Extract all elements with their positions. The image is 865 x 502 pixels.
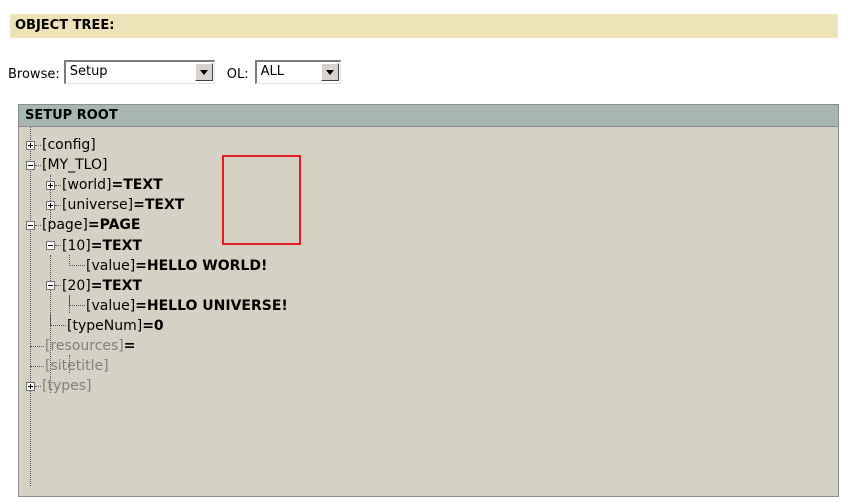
object-tree: [config] [MY_TLO] [world] =TEXT [universe…	[19, 127, 838, 497]
tree-root-header: SETUP ROOT	[19, 105, 838, 127]
tree-node-sitetitle[interactable]: [sitetitle]	[30, 356, 109, 376]
node-key[interactable]: [value]	[86, 256, 135, 276]
node-value: =PAGE	[87, 217, 141, 234]
collapse-icon[interactable]	[26, 220, 35, 230]
tree-node-20[interactable]: [20] =TEXT	[46, 276, 142, 296]
connector-line	[35, 224, 41, 226]
node-key[interactable]: [resources]	[45, 336, 124, 356]
connector-line	[30, 345, 44, 347]
collapse-icon[interactable]	[46, 281, 55, 291]
object-tree-header: OBJECT TREE:	[10, 14, 838, 38]
tree-node-my-tlo[interactable]: [MY_TLO]	[26, 155, 107, 175]
node-key[interactable]: [typeNum]	[67, 316, 142, 336]
tree-node-types[interactable]: [types]	[26, 376, 92, 396]
connector-elbow	[50, 315, 66, 327]
expand-icon[interactable]	[46, 180, 55, 190]
node-value: =	[123, 338, 136, 354]
node-key[interactable]: [value]	[86, 296, 135, 316]
connector-line	[35, 144, 41, 146]
connector-line	[55, 285, 61, 287]
tree-node-universe[interactable]: [universe] =TEXT	[46, 195, 184, 215]
node-key[interactable]: [sitetitle]	[45, 356, 109, 376]
node-value: =0	[142, 317, 164, 334]
node-key[interactable]: [world]	[62, 175, 111, 195]
connector-line	[55, 184, 61, 186]
expand-icon[interactable]	[26, 140, 35, 150]
node-value: =TEXT	[111, 177, 163, 194]
ol-select[interactable]: ALL	[254, 60, 341, 84]
node-key[interactable]: [types]	[42, 376, 92, 396]
tree-node-config[interactable]: [config]	[26, 135, 96, 155]
node-key[interactable]: [10]	[62, 236, 91, 256]
expand-icon[interactable]	[46, 200, 55, 210]
node-key[interactable]: [universe]	[62, 195, 133, 215]
tree-node-resources[interactable]: [resources] =	[30, 336, 136, 356]
expand-icon[interactable]	[26, 381, 35, 391]
browse-dropdown-arrow-icon[interactable]	[194, 63, 213, 81]
connector-line	[35, 385, 41, 387]
browse-select[interactable]: Setup	[63, 60, 215, 84]
connector-elbow	[69, 255, 85, 267]
browse-label: Browse:	[8, 67, 60, 82]
tree-node-10[interactable]: [10] =TEXT	[46, 236, 142, 256]
browse-select-value: Setup	[69, 64, 108, 79]
connector-elbow	[69, 295, 85, 307]
node-key[interactable]: [MY_TLO]	[42, 155, 107, 175]
tree-guide-line	[30, 127, 31, 486]
tree-node-typenum[interactable]: [typeNum] =0	[50, 315, 164, 336]
collapse-icon[interactable]	[26, 160, 35, 170]
tree-node-value-universe[interactable]: [value] =HELLO UNIVERSE!	[69, 295, 288, 316]
node-value: =TEXT	[90, 237, 142, 254]
tree-root-label: SETUP ROOT	[25, 108, 118, 123]
ol-label: OL:	[226, 67, 249, 82]
node-value: =TEXT	[133, 197, 185, 214]
connector-line	[55, 204, 61, 206]
node-value: =HELLO WORLD!	[135, 257, 268, 274]
connector-line	[55, 245, 61, 246]
tree-node-world[interactable]: [world] =TEXT	[46, 175, 163, 195]
browse-controls: Browse: Setup OL: ALL	[8, 48, 341, 86]
highlight-box	[222, 155, 301, 245]
node-value: =TEXT	[90, 277, 142, 294]
node-key[interactable]: [config]	[42, 135, 96, 155]
node-key[interactable]: [page]	[42, 215, 88, 235]
connector-line	[35, 164, 41, 166]
node-key[interactable]: [20]	[62, 276, 91, 296]
object-tree-title: OBJECT TREE:	[15, 18, 115, 33]
ol-dropdown-arrow-icon[interactable]	[320, 63, 339, 81]
node-value: =HELLO UNIVERSE!	[135, 297, 288, 314]
connector-line	[30, 365, 44, 367]
setup-tree-panel: SETUP ROOT [config] [MY_TLO] [world] =TEX…	[18, 104, 839, 497]
tree-node-page[interactable]: [page] =PAGE	[26, 215, 141, 235]
tree-node-value-world[interactable]: [value] =HELLO WORLD!	[69, 255, 268, 276]
ol-select-value: ALL	[260, 64, 284, 79]
collapse-icon[interactable]	[46, 241, 55, 250]
